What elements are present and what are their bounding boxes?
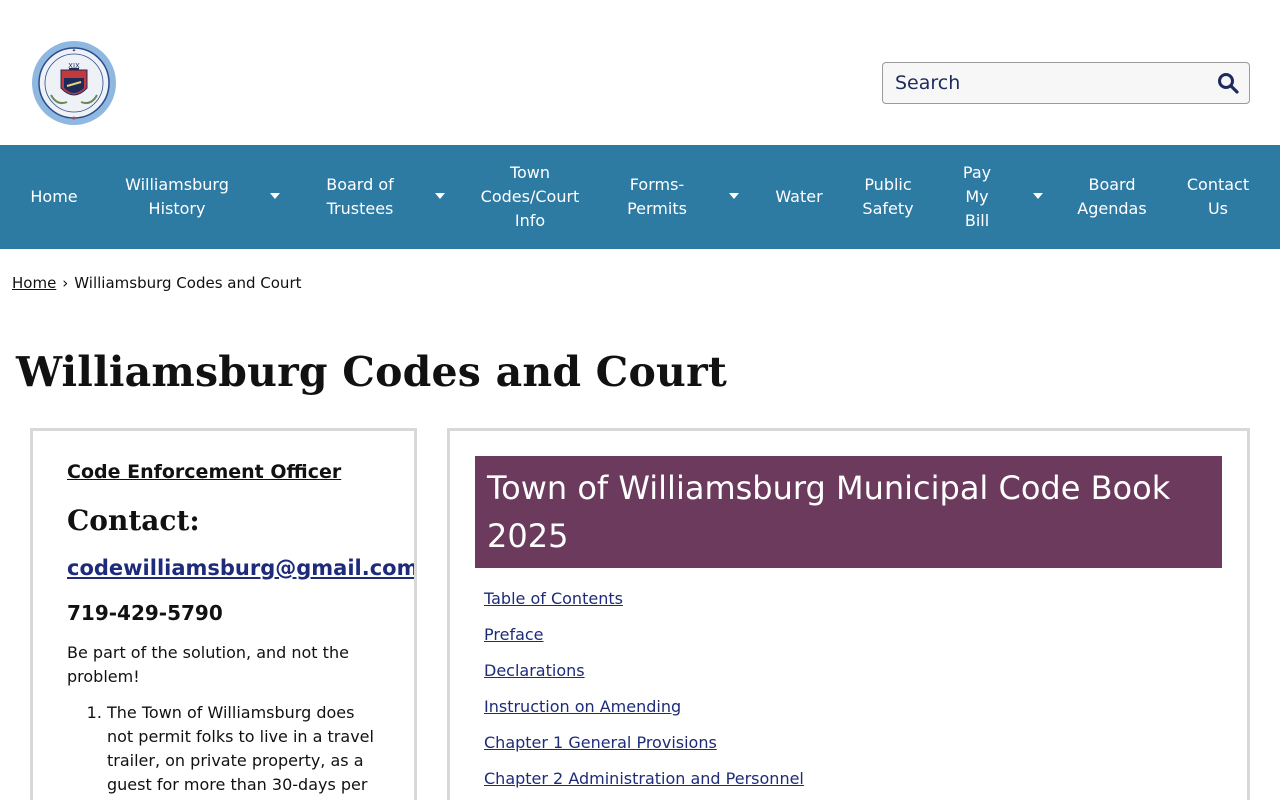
nav-label-contact-us: Contact Us [1186,175,1250,218]
nav-item-williamsburg-history[interactable]: Williamsburg History [112,145,242,249]
nav-item-water[interactable]: Water [762,145,836,249]
nav-label-water: Water [775,187,823,206]
chevron-down-icon[interactable] [1033,193,1043,199]
tagline: Be part of the solution, and not the pro… [67,643,349,686]
code-links-list: Table of Contents Preface Declarations I… [484,589,804,800]
code-enforcement-card: Code Enforcement Officer Contact: codewi… [30,428,417,800]
nav-item-pay-my-bill[interactable]: Pay My Bill [950,145,1004,249]
town-logo[interactable]: XIX ✦ ★ [31,40,117,126]
list-item: Chapter 1 General Provisions [484,733,804,769]
svg-text:✦: ✦ [72,48,76,54]
site-header: XIX ✦ ★ [0,0,1280,145]
svg-text:★: ★ [71,115,76,122]
nav-item-town-codes-court-info[interactable]: Town Codes/Court Info [470,145,590,249]
nav-item-public-safety[interactable]: Public Safety [852,145,924,249]
code-book-banner: Town of Williamsburg Municipal Code Book… [475,456,1222,568]
list-item: The Town of Williamsburg does not permit… [107,701,377,797]
chevron-down-icon[interactable] [270,193,280,199]
nav-item-board-agendas[interactable]: Board Agendas [1066,145,1158,249]
page-title: Williamsburg Codes and Court [16,348,728,396]
list-item: Declarations [484,661,804,697]
breadcrumb-separator: › [62,274,69,292]
nav-label-board-of-trustees: Board of Trustees [326,175,394,218]
code-book-title: Town of Williamsburg Municipal Code Book… [487,469,1171,555]
chevron-down-icon[interactable] [729,193,739,199]
nav-item-contact-us[interactable]: Contact Us [1176,145,1260,249]
nav-label-town-codes-court-info: Town Codes/Court Info [480,163,580,230]
email-link[interactable]: codewilliamsburg@gmail.com [67,556,414,580]
breadcrumb-home-link[interactable]: Home [12,274,56,292]
nav-label-pay-my-bill: Pay My Bill [962,163,992,230]
search-input[interactable] [883,63,1203,103]
link-declarations[interactable]: Declarations [484,661,585,680]
list-item: Table of Contents [484,589,804,625]
svg-text:XIX: XIX [68,62,80,70]
rules-list: The Town of Williamsburg does not permit… [67,701,377,797]
nav-label-forms-permits: Forms-Permits [627,175,687,218]
main-nav: Home Williamsburg History Board of Trust… [0,145,1280,249]
officer-heading: Code Enforcement Officer [67,461,342,483]
nav-label-board-agendas: Board Agendas [1077,175,1147,218]
nav-item-board-of-trustees[interactable]: Board of Trustees [308,145,412,249]
link-instruction-on-amending[interactable]: Instruction on Amending [484,697,681,716]
breadcrumb-current: Williamsburg Codes and Court [74,274,302,292]
nav-label-williamsburg-history: Williamsburg History [125,175,229,218]
search-icon [1218,72,1239,94]
link-chapter-1[interactable]: Chapter 1 General Provisions [484,733,717,752]
chevron-down-icon[interactable] [435,193,445,199]
nav-item-forms-permits[interactable]: Forms-Permits [606,145,708,249]
phone-number: 719-429-5790 [67,601,223,625]
search-box [882,62,1250,104]
nav-label-public-safety: Public Safety [862,175,914,218]
list-item: Preface [484,625,804,661]
search-button[interactable] [1215,71,1241,97]
contact-heading: Contact: [67,504,200,537]
municipal-code-card: Town of Williamsburg Municipal Code Book… [447,428,1250,800]
list-item: Instruction on Amending [484,697,804,733]
link-table-of-contents[interactable]: Table of Contents [484,589,623,608]
nav-item-home[interactable]: Home [18,145,90,249]
list-item: Chapter 2 Administration and Personnel [484,769,804,800]
link-chapter-2[interactable]: Chapter 2 Administration and Personnel [484,769,804,788]
breadcrumb: Home › Williamsburg Codes and Court [12,274,302,292]
link-preface[interactable]: Preface [484,625,544,644]
nav-label-home: Home [30,187,78,206]
